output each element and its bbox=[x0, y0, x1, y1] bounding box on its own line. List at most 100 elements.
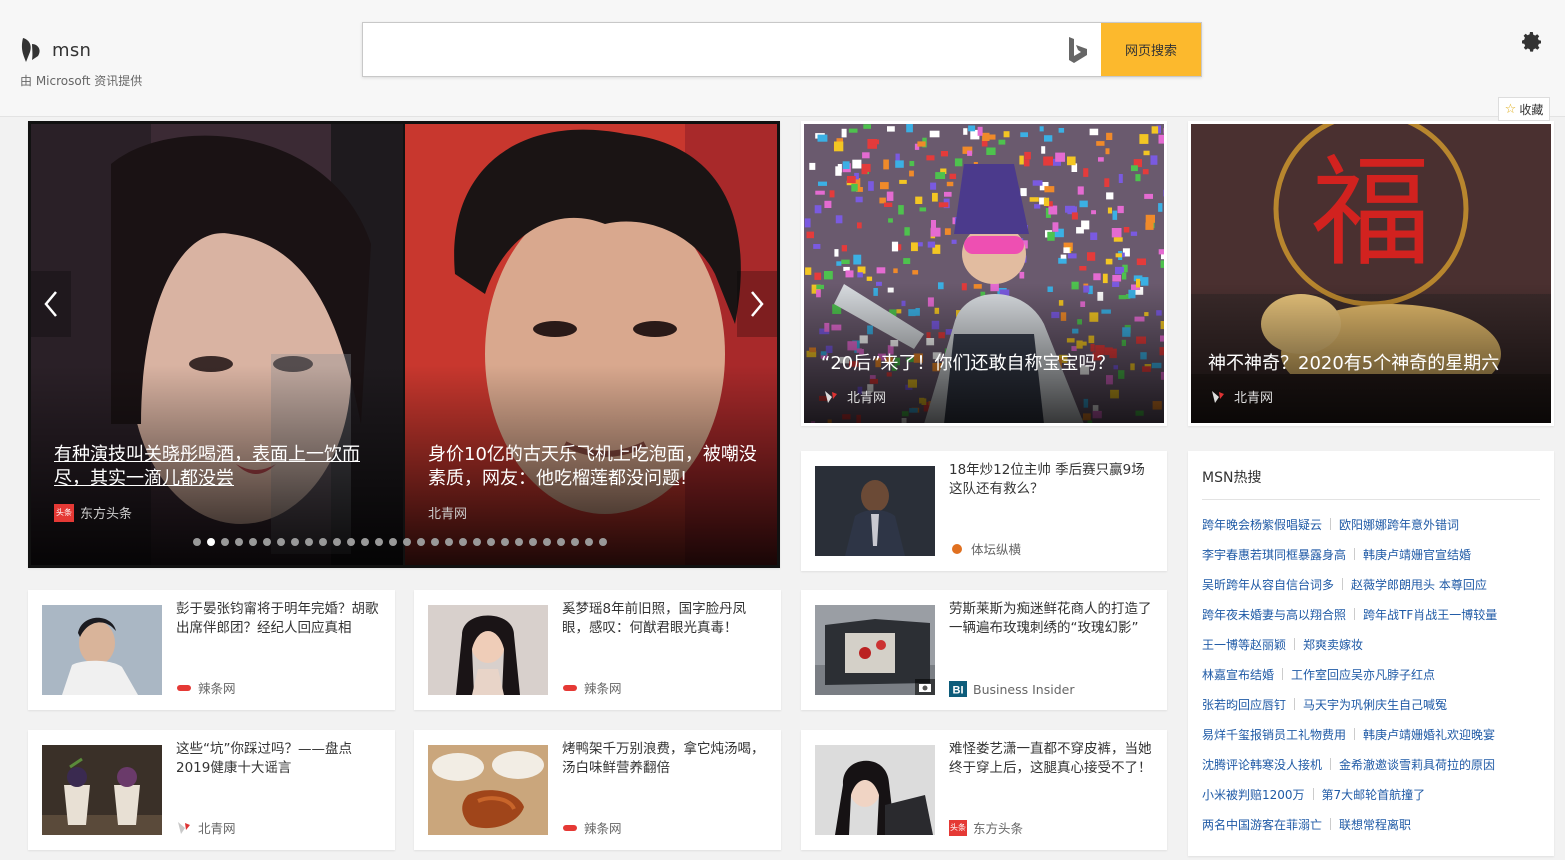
carousel-dot[interactable] bbox=[333, 538, 341, 546]
msn-logo[interactable]: msn bbox=[20, 36, 91, 64]
hot-search-link[interactable]: 郑爽卖嫁妆 bbox=[1303, 636, 1363, 653]
hot-search-link[interactable]: 赵薇学郎朗甩头 本尊回应 bbox=[1351, 576, 1487, 593]
carousel-dot[interactable] bbox=[375, 538, 383, 546]
hot-search-link[interactable]: 韩庚卢靖姗婚礼欢迎晚宴 bbox=[1363, 726, 1495, 743]
image-news-card[interactable]: 福 神不神奇？2020有5个神奇的星期六 北青网 bbox=[1188, 121, 1554, 426]
hot-search-link[interactable]: 工作室回应吴亦凡脖子红点 bbox=[1291, 666, 1435, 683]
confetti-piece bbox=[1096, 141, 1105, 146]
carousel-dot[interactable] bbox=[347, 538, 355, 546]
carousel-dot[interactable] bbox=[193, 538, 201, 546]
hot-search-link[interactable]: 第7大邮轮首航撞了 bbox=[1322, 786, 1426, 803]
carousel-dot[interactable] bbox=[207, 538, 215, 546]
hot-search-link[interactable]: 马天宇为巩俐庆生自己喊冤 bbox=[1303, 696, 1447, 713]
confetti-piece bbox=[967, 150, 973, 156]
hot-search-link[interactable]: 欧阳娜娜跨年意外错词 bbox=[1339, 516, 1459, 533]
carousel-next-button[interactable] bbox=[737, 271, 777, 337]
hot-search-link[interactable]: 李宇春惠若琪同框暴露身高 bbox=[1202, 546, 1346, 563]
carousel-dot[interactable] bbox=[291, 538, 299, 546]
carousel-dot[interactable] bbox=[319, 538, 327, 546]
hot-search-link[interactable]: 林嘉宣布结婚 bbox=[1202, 666, 1274, 683]
carousel-dot[interactable] bbox=[403, 538, 411, 546]
news-title[interactable]: 奚梦瑶8年前旧照，国字脸丹凤眼，感叹：何猷君眼光真毒！ bbox=[562, 600, 767, 638]
carousel-dot[interactable] bbox=[445, 538, 453, 546]
confetti-piece bbox=[911, 242, 918, 252]
news-title[interactable]: 难怪娄艺潇一直都不穿皮裤，当她终于穿上后，这腿真心接受不了！ bbox=[949, 740, 1153, 778]
hero-slide[interactable]: 有种演技叫关晓彤喝酒，表面上一饮而尽，其实一滴儿都没尝 头条 东方头条 bbox=[31, 124, 403, 565]
carousel-dot[interactable] bbox=[361, 538, 369, 546]
news-card[interactable]: 劳斯莱斯为痴迷鲜花商人的打造了一辆遍布玫瑰刺绣的“玫瑰幻影” BI Busine… bbox=[801, 590, 1167, 710]
carousel-dot[interactable] bbox=[529, 538, 537, 546]
carousel-dot[interactable] bbox=[235, 538, 243, 546]
hero-slide[interactable]: 身价10亿的古天乐飞机上吃泡面，被嘲没素质，网友：他吃榴莲都没问题! 北青网 bbox=[405, 124, 777, 565]
hot-search-link[interactable]: 跨年夜未婚妻与高以翔合照 bbox=[1202, 606, 1346, 623]
news-title[interactable]: 彭于晏张钧甯将于明年完婚？胡歌出席伴郎团？经纪人回应真相 bbox=[176, 600, 381, 638]
confetti-piece bbox=[946, 181, 954, 187]
carousel-dot[interactable] bbox=[487, 538, 495, 546]
news-title[interactable]: 18年炒12位主帅 季后赛只赢9场 这队还有救么？ bbox=[949, 461, 1153, 499]
slide-title[interactable]: 身价10亿的古天乐飞机上吃泡面，被嘲没素质，网友：他吃榴莲都没问题! bbox=[428, 443, 761, 491]
confetti-piece bbox=[869, 139, 880, 145]
confetti-piece bbox=[951, 239, 957, 244]
carousel-dot[interactable] bbox=[417, 538, 425, 546]
carousel-dot[interactable] bbox=[305, 538, 313, 546]
favorite-button[interactable]: ☆ 收藏 bbox=[1498, 97, 1550, 121]
carousel-dot[interactable] bbox=[473, 538, 481, 546]
confetti-piece bbox=[809, 162, 816, 170]
hot-search-link[interactable]: 张若昀回应唇钉 bbox=[1202, 696, 1286, 713]
separator bbox=[1330, 518, 1332, 530]
carousel-dot[interactable] bbox=[501, 538, 509, 546]
hot-search-link[interactable]: 跨年晚会杨紫假唱疑云 bbox=[1202, 516, 1322, 533]
card-title[interactable]: “20后”来了！你们还敢自称宝宝吗？ bbox=[821, 349, 1151, 375]
web-search-button[interactable]: 网页搜索 bbox=[1101, 23, 1201, 76]
confetti-piece bbox=[1158, 249, 1164, 255]
carousel-dot[interactable] bbox=[249, 538, 257, 546]
news-card[interactable]: 奚梦瑶8年前旧照，国字脸丹凤眼，感叹：何猷君眼光真毒！ 辣条网 bbox=[414, 590, 781, 710]
source-name: 北青网 bbox=[847, 391, 887, 406]
news-card[interactable]: 18年炒12位主帅 季后赛只赢9场 这队还有救么？ 体坛纵横 bbox=[801, 451, 1167, 571]
carousel-dot[interactable] bbox=[543, 538, 551, 546]
carousel-dot[interactable] bbox=[459, 538, 467, 546]
carousel-prev-button[interactable] bbox=[31, 271, 71, 337]
gear-icon[interactable] bbox=[1520, 30, 1544, 54]
hot-search-link[interactable]: 小米被判赔1200万 bbox=[1202, 786, 1305, 803]
news-title[interactable]: 烤鸭架千万别浪费，拿它炖汤喝，汤白味鲜营养翻倍 bbox=[562, 740, 767, 778]
carousel-dot[interactable] bbox=[389, 538, 397, 546]
hot-search-link[interactable]: 韩庚卢靖姗官宣结婚 bbox=[1363, 546, 1471, 563]
slide-title[interactable]: 有种演技叫关晓彤喝酒，表面上一饮而尽，其实一滴儿都没尝 bbox=[54, 443, 387, 491]
news-card[interactable]: 烤鸭架千万别浪费，拿它炖汤喝，汤白味鲜营养翻倍 辣条网 bbox=[414, 730, 781, 850]
carousel-dot[interactable] bbox=[557, 538, 565, 546]
hot-search-link[interactable]: 两名中国游客在菲溺亡 bbox=[1202, 816, 1322, 833]
card-title[interactable]: 神不神奇？2020有5个神奇的星期六 bbox=[1208, 349, 1538, 375]
news-title[interactable]: 劳斯莱斯为痴迷鲜花商人的打造了一辆遍布玫瑰刺绣的“玫瑰幻影” bbox=[949, 600, 1153, 638]
confetti-piece bbox=[1145, 222, 1154, 230]
separator bbox=[1294, 638, 1296, 650]
source-logo-icon bbox=[952, 543, 962, 554]
news-card[interactable]: 难怪娄艺潇一直都不穿皮裤，当她终于穿上后，这腿真心接受不了！ 头条 东方头条 bbox=[801, 730, 1167, 850]
carousel-dot[interactable] bbox=[263, 538, 271, 546]
hot-search-link[interactable]: 金希澈邀谈雪莉具荷拉的原因 bbox=[1339, 756, 1495, 773]
carousel-dot[interactable] bbox=[431, 538, 439, 546]
hot-search-link[interactable]: 王一博等赵丽颖 bbox=[1202, 636, 1286, 653]
confetti-piece bbox=[1158, 134, 1164, 144]
hot-search-link[interactable]: 联想常程离职 bbox=[1339, 816, 1411, 833]
hot-search-link[interactable]: 跨年战TF肖战王一博较量 bbox=[1363, 606, 1497, 623]
hot-search-link[interactable]: 沈腾评论韩寒没人接机 bbox=[1202, 756, 1322, 773]
confetti-piece bbox=[1065, 205, 1075, 213]
news-card[interactable]: 彭于晏张钧甯将于明年完婚？胡歌出席伴郎团？经纪人回应真相 辣条网 bbox=[28, 590, 395, 710]
news-title[interactable]: 这些“坑”你踩过吗？——盘点2019健康十大谣言 bbox=[176, 740, 381, 778]
hot-search-row: 吴昕跨年从容自信台词多 赵薇学郎朗甩头 本尊回应 bbox=[1202, 569, 1544, 599]
image-news-card[interactable]: “20后”来了！你们还敢自称宝宝吗？ 北青网 bbox=[801, 121, 1167, 426]
carousel-dot[interactable] bbox=[599, 538, 607, 546]
carousel-dot[interactable] bbox=[277, 538, 285, 546]
hot-search-row: 王一博等赵丽颖 郑爽卖嫁妆 bbox=[1202, 629, 1544, 659]
carousel-dot[interactable] bbox=[585, 538, 593, 546]
carousel-dot[interactable] bbox=[515, 538, 523, 546]
confetti-piece bbox=[1106, 132, 1113, 140]
carousel-dot[interactable] bbox=[571, 538, 579, 546]
news-card[interactable]: 这些“坑”你踩过吗？——盘点2019健康十大谣言 北青网 bbox=[28, 730, 395, 850]
hot-search-link[interactable]: 易烊千玺报销员工礼物费用 bbox=[1202, 726, 1346, 743]
hot-search-link[interactable]: 吴昕跨年从容自信台词多 bbox=[1202, 576, 1334, 593]
carousel-dot[interactable] bbox=[221, 538, 229, 546]
search-input[interactable] bbox=[363, 23, 1053, 76]
confetti-piece bbox=[998, 139, 1006, 145]
